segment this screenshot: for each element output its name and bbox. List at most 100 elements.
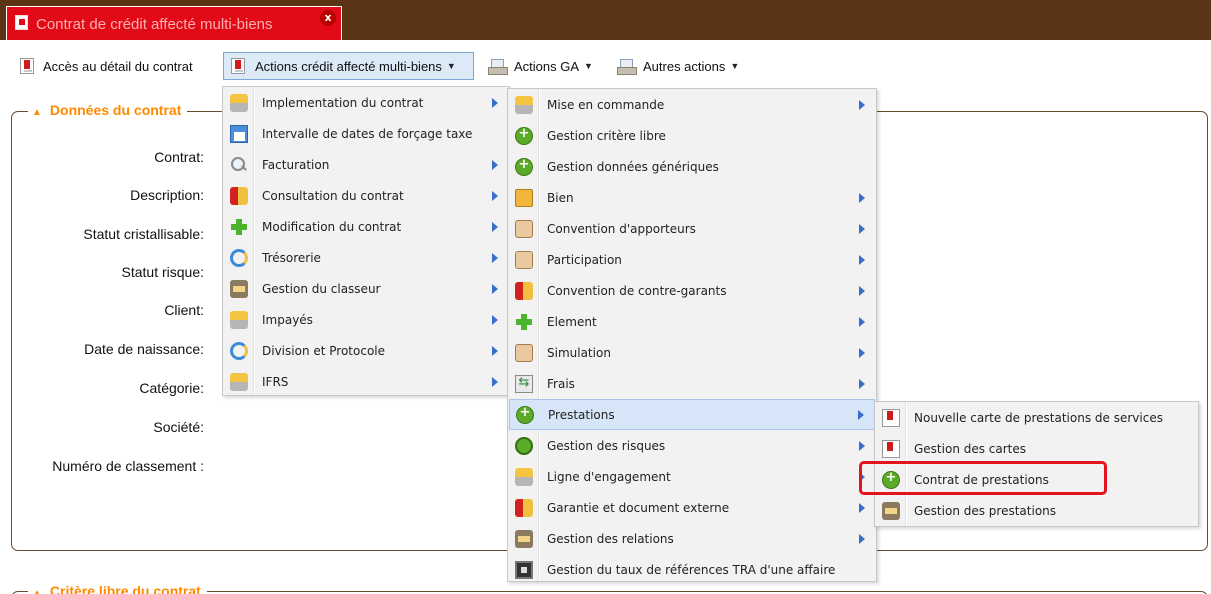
submenu-arrow-icon <box>492 252 498 263</box>
submenu-arrow-icon <box>492 314 498 325</box>
menu-item-label: Gestion du taux de références TRA d'une … <box>547 562 836 577</box>
actions-credit-menu-button[interactable]: Actions crédit affecté multi-biens ▼ <box>223 52 474 80</box>
calendar-icon <box>230 124 248 143</box>
menu-item-label: Simulation <box>547 345 611 360</box>
menu-item-label: Gestion du classeur <box>262 281 381 296</box>
green-plus-icon <box>230 218 248 236</box>
submenu-arrow-icon <box>859 378 865 389</box>
magnifier-icon <box>230 156 248 174</box>
close-icon[interactable]: x <box>320 10 336 26</box>
menu-item-classeur[interactable]: Gestion du classeur <box>224 273 508 304</box>
submenu-arrow-icon <box>859 316 865 327</box>
menu-item-garantie-document[interactable]: Garantie et document externe <box>509 492 875 523</box>
menu-item-tresorerie[interactable]: Trésorerie <box>224 242 508 273</box>
menu-item-frais[interactable]: Frais <box>509 368 875 399</box>
menu-item-label: Intervalle de dates de forçage taxe <box>262 126 473 141</box>
menu-item-label: Implementation du contrat <box>262 95 424 110</box>
menu-item-participation[interactable]: Participation <box>509 244 875 275</box>
menu-item-prestations[interactable]: Prestations <box>509 399 875 430</box>
arrows-icon <box>515 374 533 393</box>
menu-item-facturation[interactable]: Facturation <box>224 149 508 180</box>
document-icon <box>882 439 900 458</box>
menu-item-gestion-risques[interactable]: Gestion des risques <box>509 430 875 461</box>
menu-item-division[interactable]: Division et Protocole <box>224 335 508 366</box>
menu-item-label: Prestations <box>548 407 615 422</box>
critere-libre-legend[interactable]: ▲ Critère libre du contrat <box>28 583 207 594</box>
section2-title: Critère libre du contrat <box>49 583 201 594</box>
actions-ga-menu-button[interactable]: Actions GA ▼ <box>488 52 593 80</box>
risk-icon <box>515 436 533 455</box>
menu-item-label: Bien <box>547 190 574 205</box>
collapse-icon[interactable]: ▲ <box>32 107 42 118</box>
menu-item-label: Gestion des risques <box>547 438 666 453</box>
tab-bar: Contrat de crédit affecté multi-biens x <box>0 0 1211 40</box>
red-people-icon <box>515 498 533 517</box>
green-circle-plus-icon <box>515 157 533 176</box>
menu-item-taux-references[interactable]: Gestion du taux de références TRA d'une … <box>509 554 875 585</box>
menu-item-modification[interactable]: Modification du contrat <box>224 211 508 242</box>
menu-item-label: Gestion des cartes <box>914 441 1027 456</box>
document-icon <box>882 408 900 427</box>
actions-ga-label: Actions GA <box>514 58 580 74</box>
menu-item-gestion-cartes[interactable]: Gestion des cartes <box>876 433 1197 464</box>
menu-item-ifrs[interactable]: IFRS <box>224 366 508 397</box>
submenu-arrow-icon <box>492 345 498 356</box>
menu-item-mise-en-commande[interactable]: Mise en commande <box>509 89 875 120</box>
submenu-arrow-icon <box>859 192 865 203</box>
menu-item-label: Trésorerie <box>262 250 321 265</box>
menu-item-gestion-relations[interactable]: Gestion des relations <box>509 523 875 554</box>
house-icon <box>515 188 533 207</box>
menu-item-label: Modification du contrat <box>262 219 402 234</box>
tab-contrat[interactable]: Contrat de crédit affecté multi-biens x <box>6 6 342 40</box>
menu-item-element[interactable]: Element <box>509 306 875 337</box>
prestations-submenu: Nouvelle carte de prestations de service… <box>874 401 1199 527</box>
collapse-icon[interactable]: ▲ <box>32 588 42 594</box>
document-icon <box>231 58 245 74</box>
green-circle-plus-icon <box>516 405 534 424</box>
green-plus-icon <box>515 313 533 331</box>
people-icon <box>230 310 248 329</box>
menu-item-label: Division et Protocole <box>262 343 385 358</box>
menu-item-bien[interactable]: Bien <box>509 182 875 213</box>
menu-item-convention-apporteurs[interactable]: Convention d'apporteurs <box>509 213 875 244</box>
menu-item-impayes[interactable]: Impayés <box>224 304 508 335</box>
menu-item-label: Participation <box>547 252 622 267</box>
menu-item-implementation[interactable]: Implementation du contrat <box>224 87 508 118</box>
screen-icon <box>515 560 533 579</box>
menu-item-label: Nouvelle carte de prestations de service… <box>914 410 1163 425</box>
field-label-contrat: Contrat: <box>154 149 204 165</box>
menu-item-consultation[interactable]: Consultation du contrat <box>224 180 508 211</box>
submenu-arrow-icon <box>492 159 498 170</box>
menu-item-contre-garants[interactable]: Convention de contre-garants <box>509 275 875 306</box>
submenu-arrow-icon <box>492 376 498 387</box>
actions-credit-label: Actions crédit affecté multi-biens <box>255 58 442 74</box>
red-people-icon <box>515 281 533 300</box>
submenu-arrow-icon <box>859 223 865 234</box>
submenu-arrow-icon <box>859 254 865 265</box>
menu-item-gestion-prestations[interactable]: Gestion des prestations <box>876 495 1197 526</box>
menu-item-label: Element <box>547 314 597 329</box>
donnees-contrat-legend[interactable]: ▲ Données du contrat <box>28 102 188 118</box>
autres-actions-menu-button[interactable]: Autres actions ▼ <box>617 52 739 80</box>
menu-item-intervalle-dates[interactable]: Intervalle de dates de forçage taxe <box>224 118 508 149</box>
submenu-arrow-icon <box>859 285 865 296</box>
menu-item-simulation[interactable]: Simulation <box>509 337 875 368</box>
submenu-arrow-icon <box>492 283 498 294</box>
menu-item-label: Frais <box>547 376 575 391</box>
green-circle-plus-icon <box>515 126 533 145</box>
submenu-arrow-icon <box>858 409 864 420</box>
menu-item-donnees-generiques[interactable]: Gestion données génériques <box>509 151 875 182</box>
menu-item-contrat-prestations[interactable]: Contrat de prestations <box>876 464 1197 495</box>
document-icon <box>15 15 28 30</box>
menu-item-critere-libre[interactable]: Gestion critère libre <box>509 120 875 151</box>
people-icon <box>515 95 533 114</box>
menu-item-nouvelle-carte[interactable]: Nouvelle carte de prestations de service… <box>876 402 1197 433</box>
submenu-arrow-icon <box>859 99 865 110</box>
hand-icon <box>515 343 533 362</box>
refresh-icon <box>230 341 248 360</box>
submenu-arrow-icon <box>492 221 498 232</box>
detail-contrat-button[interactable]: Accès au détail du contrat <box>20 52 193 80</box>
menu-item-ligne-engagement[interactable]: Ligne d'engagement <box>509 461 875 492</box>
menu-item-label: Impayés <box>262 312 313 327</box>
green-circle-plus-icon <box>882 470 900 489</box>
